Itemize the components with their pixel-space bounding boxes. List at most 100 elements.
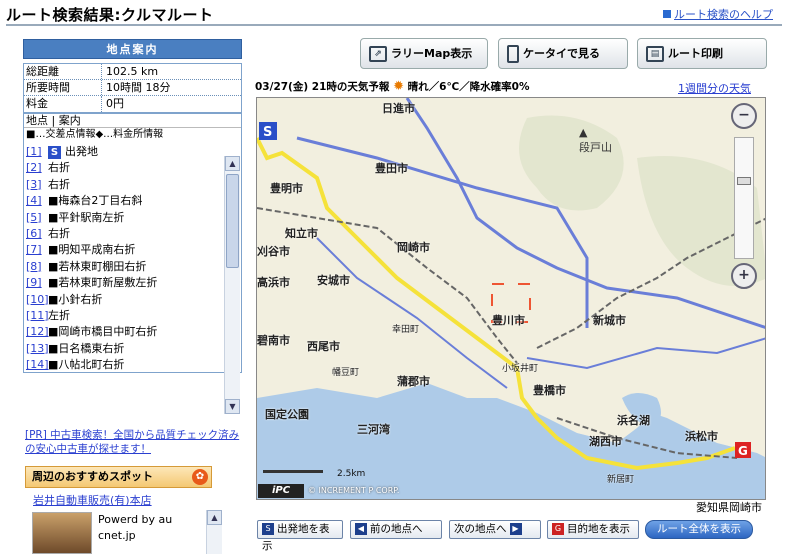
- page-title: ルート検索結果:クルマルート: [6, 6, 214, 24]
- route-point-item[interactable]: [9] ■若林東町新屋敷左折: [24, 275, 224, 291]
- help-link-label: ルート検索のヘルプ: [674, 8, 773, 21]
- help-link[interactable]: ルート検索のヘルプ: [663, 6, 773, 22]
- scale-label: 2.5km: [337, 469, 365, 479]
- prev-point-label: 前の地点へ: [370, 523, 423, 535]
- shop-link[interactable]: 岩井自動車販売(有)本店: [33, 492, 152, 508]
- route-point-number[interactable]: [2]: [26, 160, 42, 176]
- route-point-number[interactable]: [3]: [26, 177, 42, 193]
- city-label: 日進市: [382, 102, 415, 115]
- show-goal-button[interactable]: G 目的地を表示: [547, 520, 639, 539]
- list-legend: ■…交差点情報◆…料金所情報: [26, 129, 164, 140]
- zoom-thumb[interactable]: [737, 177, 751, 185]
- route-point-number[interactable]: [11]: [26, 308, 49, 324]
- pr-link[interactable]: [PR] 中古車検索！全国から品質チェック済みの安心中古車が探せます！: [25, 428, 240, 456]
- route-point-item[interactable]: [2] 右折: [24, 160, 224, 176]
- city-label: 豊田市: [375, 162, 408, 175]
- route-point-text: ■若林東町新屋敷左折: [48, 276, 158, 290]
- route-point-text: ■明知平成南右折: [48, 243, 136, 257]
- start-square-icon: S: [262, 523, 274, 535]
- city-label: 安城市: [317, 274, 350, 287]
- route-point-number[interactable]: [4]: [26, 193, 42, 209]
- route-point-text: 右折: [48, 177, 70, 191]
- list-scrollbar[interactable]: ▲ ▼: [224, 156, 240, 414]
- next-point-button[interactable]: 次の地点へ ▶: [449, 520, 541, 539]
- route-point-number[interactable]: [13]: [26, 341, 49, 357]
- city-label: 国定公園: [265, 408, 309, 421]
- route-map[interactable]: S G 2.5km 日進市 豊田市 豊明市 知立市 刈谷市 岡崎市 高浜市 安城…: [256, 97, 766, 500]
- print-button[interactable]: ▤ ルート印刷: [637, 38, 767, 69]
- rally-map-label: ラリーMap表示: [391, 47, 473, 60]
- zoom-out-icon[interactable]: −: [731, 103, 757, 129]
- sun-icon: ✹: [393, 79, 404, 94]
- mountain-name: 段戸山: [579, 141, 612, 154]
- route-point-item[interactable]: [4] ■梅森台2丁目右斜: [24, 193, 224, 209]
- svg-text:S: S: [263, 125, 272, 140]
- panel-title: 地点案内: [23, 39, 242, 59]
- shop-image[interactable]: [32, 512, 92, 554]
- route-point-number[interactable]: [9]: [26, 275, 42, 291]
- city-label: 高浜市: [257, 276, 290, 289]
- rally-map-button[interactable]: ⇗ ラリーMap表示: [360, 38, 488, 69]
- right-arrow-icon: ▶: [509, 523, 522, 535]
- mobile-label: ケータイで見る: [523, 47, 600, 60]
- scroll-up-icon[interactable]: ▲: [225, 156, 240, 171]
- city-label: 知立市: [285, 227, 318, 240]
- city-label: 湖西市: [589, 435, 622, 448]
- svg-text:G: G: [738, 444, 748, 458]
- route-point-text: 右折: [48, 226, 70, 240]
- prev-point-button[interactable]: ◀ 前の地点へ: [350, 520, 442, 539]
- ad-scrollbar[interactable]: ▲: [206, 510, 222, 554]
- route-point-number[interactable]: [8]: [26, 259, 42, 275]
- route-point-item[interactable]: [1] S 出発地: [24, 144, 224, 160]
- city-label: 幡豆町: [332, 368, 360, 378]
- printer-icon: ▤: [646, 46, 664, 62]
- square-icon: [663, 10, 671, 18]
- route-point-text: 右折: [48, 161, 70, 175]
- left-panel: 地点案内 総距離 102.5 km 所要時間 10時間 18分 料金 0円 地点 | …: [23, 39, 242, 373]
- mobile-phone-icon: [507, 45, 519, 63]
- route-point-item[interactable]: [8] ■若林東町棚田右折: [24, 259, 224, 275]
- route-point-number[interactable]: [12]: [26, 324, 49, 340]
- city-label: 幸田町: [392, 325, 420, 335]
- recommended-spots-title: 周辺のおすすめスポット: [25, 466, 212, 488]
- week-weather-link[interactable]: 1週間分の天気: [678, 80, 751, 96]
- zoom-in-icon[interactable]: +: [731, 263, 757, 289]
- route-point-item[interactable]: [14]■八帖北町右折: [24, 357, 224, 372]
- summary-row-time: 所要時間 10時間 18分: [24, 80, 241, 96]
- route-point-number[interactable]: [10]: [26, 292, 49, 308]
- route-point-item[interactable]: [11]左折: [24, 308, 224, 324]
- next-point-label: 次の地点へ: [454, 523, 507, 535]
- mobile-button[interactable]: ケータイで見る: [498, 38, 628, 69]
- route-point-number[interactable]: [1]: [26, 144, 42, 160]
- show-goal-label: 目的地を表示: [567, 523, 630, 535]
- spot-icon: ✿: [192, 469, 208, 485]
- shop-description: Powerd by au cnet.jp: [98, 513, 173, 542]
- route-point-item[interactable]: [5] ■平針駅南左折: [24, 210, 224, 226]
- route-point-number[interactable]: [5]: [26, 210, 42, 226]
- city-label: 岡崎市: [397, 241, 430, 254]
- summary-value: 10時間 18分: [106, 81, 171, 94]
- route-point-item[interactable]: [3] 右折: [24, 177, 224, 193]
- city-label: 浜松市: [685, 430, 718, 443]
- summary-value: 102.5 km: [106, 65, 159, 78]
- route-point-item[interactable]: [7] ■明知平成南右折: [24, 242, 224, 258]
- route-point-item[interactable]: [13]■日名橋東右折: [24, 341, 224, 357]
- route-point-number[interactable]: [6]: [26, 226, 42, 242]
- route-point-item[interactable]: [12]■岡崎市橋目中町右折: [24, 324, 224, 340]
- route-point-number[interactable]: [7]: [26, 242, 42, 258]
- scroll-up-icon[interactable]: ▲: [207, 510, 222, 525]
- route-point-text: ■梅森台2丁目右斜: [48, 194, 143, 208]
- summary-table: 総距離 102.5 km 所要時間 10時間 18分 料金 0円: [23, 63, 242, 113]
- route-point-item[interactable]: [6] 右折: [24, 226, 224, 242]
- scroll-down-icon[interactable]: ▼: [225, 399, 240, 414]
- city-label: 新城市: [593, 314, 626, 327]
- show-start-button[interactable]: S 出発地を表示: [257, 520, 343, 552]
- list-header: 地点 | 案内: [24, 114, 241, 128]
- route-point-item[interactable]: [10]■小針右折: [24, 292, 224, 308]
- scroll-thumb[interactable]: [226, 174, 239, 268]
- show-whole-route-button[interactable]: ルート全体を表示: [645, 520, 753, 539]
- route-point-text: 左折: [48, 308, 70, 322]
- route-point-number[interactable]: [14]: [26, 357, 49, 372]
- map-copyright: © INCREMENT P CORP.: [308, 486, 400, 495]
- zoom-slider[interactable]: [734, 137, 754, 259]
